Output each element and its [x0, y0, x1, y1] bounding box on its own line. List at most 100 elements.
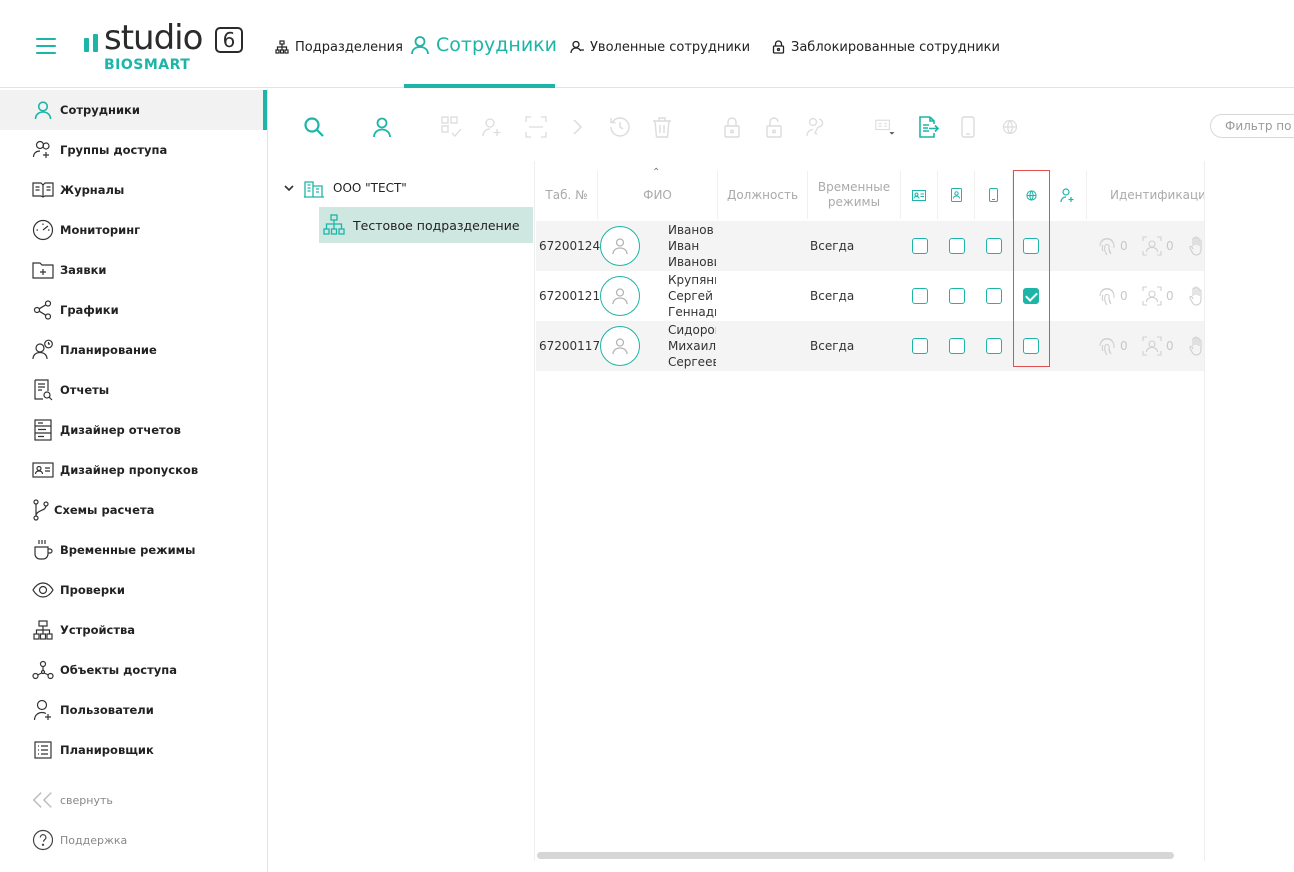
share-icon — [32, 299, 54, 321]
sidebar-item-pass-designer[interactable]: Дизайнер пропусков — [0, 450, 266, 490]
sidebar-item-requests[interactable]: Заявки — [0, 250, 266, 290]
sidebar-item-employees[interactable]: Сотрудники — [0, 90, 267, 130]
export-document-icon[interactable] — [917, 116, 939, 138]
grid-header: Таб. № ⌃ ФИО Должность Временные режимы … — [536, 161, 1204, 221]
filter-input[interactable] — [1210, 114, 1294, 138]
branch-icon — [32, 499, 50, 521]
tree-root-node[interactable]: ООО "ТЕСТ" — [283, 175, 407, 201]
report-designer-icon — [32, 419, 54, 441]
horizontal-scrollbar[interactable] — [537, 852, 1174, 859]
checkbox-card[interactable] — [912, 238, 928, 254]
checkbox-card[interactable] — [912, 338, 928, 354]
ident-palm — [1189, 286, 1203, 306]
table-row[interactable]: 67200117 Сидоров Михаил Сергеевич Всегда… — [536, 321, 1204, 371]
user-key-icon — [1060, 188, 1074, 203]
fio-line: Михаил — [668, 339, 716, 353]
search-icon[interactable] — [303, 116, 325, 138]
ident-face-count: 0 — [1166, 239, 1174, 253]
collapse-label: свернуть — [60, 793, 113, 807]
logo-subtitle: BIOSMART — [104, 57, 191, 73]
sidebar-item-time-modes[interactable]: Временные режимы — [0, 530, 266, 570]
add-employee-icon[interactable] — [371, 116, 393, 138]
avatar — [600, 226, 640, 266]
sidebar-item-checks[interactable]: Проверки — [0, 570, 266, 610]
globe-icon[interactable] — [999, 116, 1021, 138]
support-button[interactable]: Поддержка — [0, 820, 266, 860]
tab-blocked[interactable]: Заблокированные сотрудники — [772, 32, 1000, 62]
ident-fingerprint: 0 — [1098, 236, 1128, 256]
users-group-icon — [32, 139, 54, 161]
sidebar-item-label: Графики — [60, 303, 119, 317]
tab-departments[interactable]: Подразделения — [275, 32, 403, 62]
user-add-disabled-icon[interactable] — [481, 116, 503, 138]
collapse-button[interactable]: свернуть — [0, 780, 266, 820]
mobile-icon[interactable] — [957, 116, 979, 138]
sidebar-item-label: Дизайнер пропусков — [60, 463, 199, 477]
col-header-mobile[interactable] — [975, 171, 1013, 219]
menu-icon[interactable] — [36, 38, 56, 54]
table-row[interactable]: 67200124 Иванов Иван Иванович Всегда 0 0 — [536, 221, 1204, 271]
checkbox-web[interactable] — [1023, 238, 1039, 254]
checkbox-mobile[interactable] — [986, 288, 1002, 304]
sidebar-item-reports[interactable]: Отчеты — [0, 370, 266, 410]
checkbox-web[interactable] — [1023, 288, 1039, 304]
checkbox-web[interactable] — [1023, 338, 1039, 354]
col-header-time-modes[interactable]: Временные режимы — [808, 171, 901, 219]
sidebar-item-label: Дизайнер отчетов — [60, 423, 181, 437]
col-header-position[interactable]: Должность — [718, 171, 808, 219]
col-header-badge[interactable] — [938, 171, 975, 219]
sidebar-item-planning[interactable]: Планирование — [0, 330, 266, 370]
checkbox-mobile[interactable] — [986, 338, 1002, 354]
sidebar-item-charts[interactable]: Графики — [0, 290, 266, 330]
sidebar-item-report-designer[interactable]: Дизайнер отчетов — [0, 410, 266, 450]
sidebar-item-users[interactable]: Пользователи — [0, 690, 266, 730]
col-header-tab-no[interactable]: Таб. № — [536, 171, 598, 219]
help-circle-icon — [32, 829, 54, 851]
book-icon — [32, 179, 54, 201]
history-icon[interactable] — [609, 116, 631, 138]
col-header-card[interactable] — [901, 171, 938, 219]
table-row[interactable]: 67200121 Крупянко Сергей Геннадьевич Все… — [536, 271, 1204, 321]
tab-departments-label: Подразделения — [295, 39, 403, 55]
col-header-web[interactable] — [1013, 171, 1050, 219]
cell-tab-no: 67200121 — [539, 289, 601, 303]
cell-tab-no: 67200117 — [539, 339, 601, 353]
sidebar-item-access-groups[interactable]: Группы доступа — [0, 130, 266, 170]
sidebar-item-monitoring[interactable]: Мониторинг — [0, 210, 266, 250]
card-dropdown-icon[interactable] — [875, 116, 897, 138]
col-header-user-access[interactable] — [1050, 171, 1087, 219]
tab-employees[interactable]: Сотрудники — [410, 30, 557, 60]
col-header-fio[interactable]: ФИО — [598, 171, 718, 219]
tab-dismissed[interactable]: Уволенные сотрудники — [570, 32, 750, 62]
lock-icon[interactable] — [721, 116, 743, 138]
gauge-icon — [32, 219, 54, 241]
checkbox-card[interactable] — [912, 288, 928, 304]
checkbox-badge[interactable] — [949, 338, 965, 354]
col-header-identification[interactable]: Идентификаци — [1087, 171, 1204, 219]
chevron-right-icon[interactable] — [567, 116, 589, 138]
unlock-icon[interactable] — [763, 116, 785, 138]
user-clock-icon — [32, 339, 54, 361]
tree-node-test-department[interactable]: Тестовое подразделение — [319, 207, 533, 243]
ident-palm — [1189, 236, 1203, 256]
lock-icon — [772, 40, 785, 54]
key-user-icon[interactable] — [805, 116, 827, 138]
sidebar-item-access-objects[interactable]: Объекты доступа — [0, 650, 266, 690]
checkbox-mobile[interactable] — [986, 238, 1002, 254]
trash-icon[interactable] — [651, 116, 673, 138]
chevron-down-icon[interactable] — [283, 182, 295, 194]
sidebar-item-scheduler[interactable]: Планировщик — [0, 730, 266, 770]
cell-fio: Крупянко Сергей Геннадьевич — [668, 272, 716, 320]
fio-line: Сергей — [668, 289, 713, 303]
checkbox-badge[interactable] — [949, 238, 965, 254]
sidebar-item-journals[interactable]: Журналы — [0, 170, 266, 210]
cell-tab-no: 67200124 — [539, 239, 601, 253]
logo-word: studio — [104, 18, 203, 58]
scan-icon[interactable] — [525, 116, 547, 138]
sidebar-item-calc-schemes[interactable]: Схемы расчета — [0, 490, 266, 530]
checkbox-badge[interactable] — [949, 288, 965, 304]
fingerprint-icon — [1099, 338, 1115, 356]
sidebar-item-label: Группы доступа — [60, 143, 168, 157]
qr-check-icon[interactable] — [441, 116, 463, 138]
sidebar-item-devices[interactable]: Устройства — [0, 610, 266, 650]
